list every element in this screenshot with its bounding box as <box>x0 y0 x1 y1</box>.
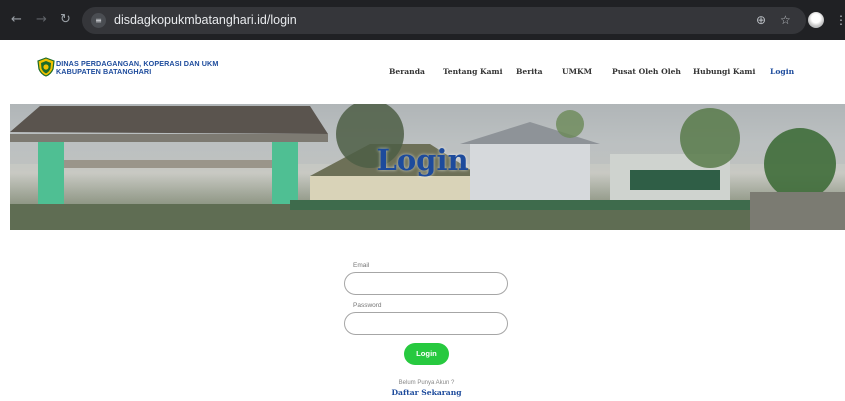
password-label: Password <box>353 302 382 309</box>
url-text[interactable]: disdagkopukmbatanghari.id/login <box>114 13 297 28</box>
zoom-icon[interactable]: ⊕ <box>756 12 766 28</box>
nav-pusat-oleh-oleh[interactable]: Pusat Oleh Oleh <box>612 67 681 77</box>
star-icon[interactable]: ☆ <box>780 12 791 28</box>
nav-login[interactable]: Login <box>770 67 794 77</box>
logo-subtitle[interactable]: KABUPATEN BATANGHARI <box>56 67 151 76</box>
forward-arrow-icon[interactable]: → <box>36 13 47 27</box>
password-field[interactable] <box>344 312 508 335</box>
register-link[interactable]: Daftar Sekarang <box>0 388 845 398</box>
email-label: Email <box>353 262 370 269</box>
nav-umkm[interactable]: UMKM <box>562 67 592 77</box>
nav-tentang-kami[interactable]: Tentang Kami <box>443 67 502 77</box>
logo-emblem-icon[interactable] <box>36 57 56 77</box>
address-bar[interactable]: ≡ disdagkopukmbatanghari.id/login ⊕ ☆ <box>82 7 806 34</box>
login-button[interactable]: Login <box>404 343 449 365</box>
profile-avatar-icon[interactable] <box>808 12 824 28</box>
register-hint: Belum Punya Akun ? <box>398 380 455 386</box>
browser-toolbar: ← → ↻ ≡ disdagkopukmbatanghari.id/login … <box>0 0 845 40</box>
back-arrow-icon[interactable]: ← <box>11 13 22 27</box>
email-field[interactable] <box>344 272 508 295</box>
kebab-menu-icon[interactable]: ⋮ <box>835 12 845 28</box>
nav-hubungi-kami[interactable]: Hubungi Kami <box>693 67 755 77</box>
site-info-icon[interactable]: ≡ <box>91 13 106 28</box>
nav-berita[interactable]: Berita <box>516 67 543 77</box>
reload-icon[interactable]: ↻ <box>60 13 71 27</box>
nav-beranda[interactable]: Beranda <box>389 67 425 77</box>
hero-title: Login <box>376 143 469 177</box>
